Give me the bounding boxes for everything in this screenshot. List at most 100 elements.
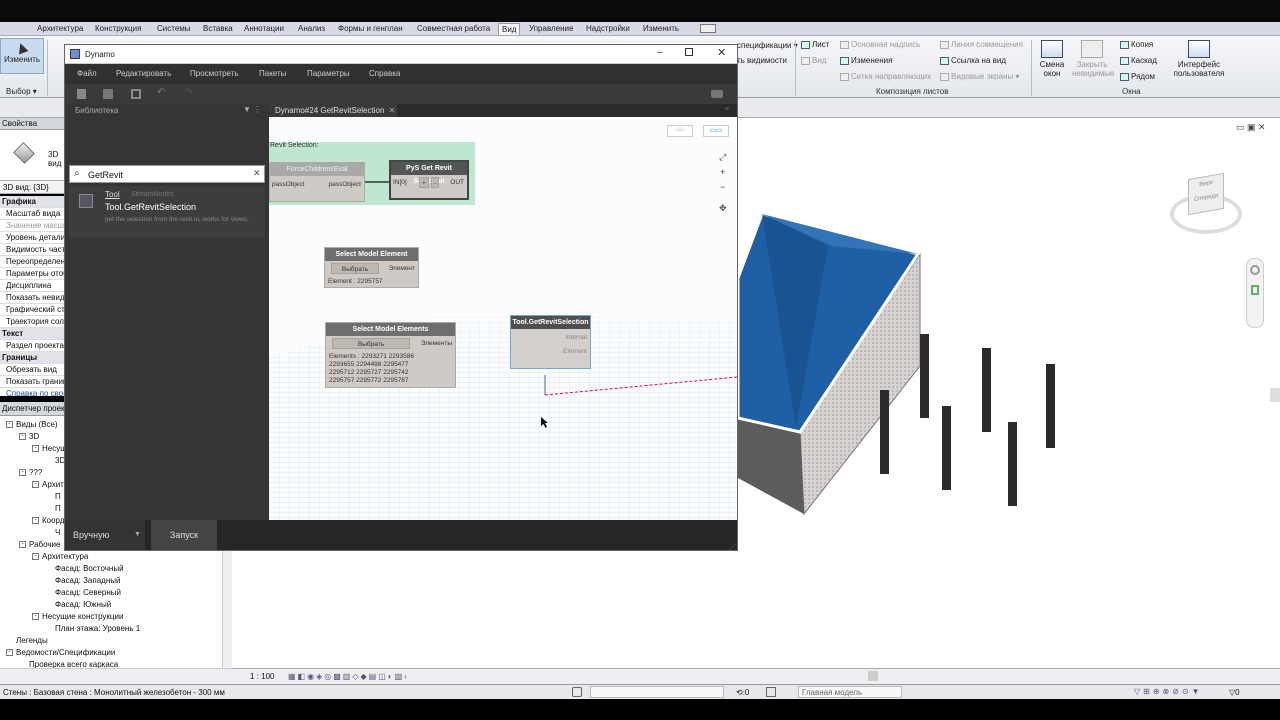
- menu-packages[interactable]: Пакеты: [259, 69, 286, 78]
- property-row[interactable]: Переопределения: [0, 256, 64, 268]
- browser-item[interactable]: 3D: [45, 456, 65, 465]
- expand-toggle-icon[interactable]: -: [6, 649, 13, 657]
- browser-item[interactable]: Фасад: Северный: [45, 588, 121, 597]
- node-select-model-element[interactable]: Select Model Element Выбрать Элемент Ele…: [324, 247, 419, 288]
- property-row[interactable]: Параметры отображения: [0, 268, 64, 280]
- steering-wheel-icon[interactable]: [1250, 265, 1260, 275]
- view-hscroll-thumb[interactable]: [868, 671, 878, 681]
- replicate-button[interactable]: Копия: [1120, 40, 1153, 49]
- worksets-icon[interactable]: [572, 687, 582, 697]
- matchline-button[interactable]: Линия совмещения: [940, 40, 1023, 49]
- node-select-model-elements[interactable]: Select Model Elements Выбрать Элементы E…: [325, 322, 456, 388]
- browser-item[interactable]: - Несущие конструкции: [32, 612, 123, 621]
- navigation-bar[interactable]: [1246, 258, 1264, 328]
- close-tab-icon[interactable]: ✕: [389, 106, 396, 115]
- browser-item[interactable]: П: [45, 492, 61, 501]
- run-button[interactable]: Запуск: [151, 520, 217, 550]
- open-file-icon[interactable]: [103, 89, 113, 99]
- zoom-in-icon[interactable]: +: [719, 165, 727, 180]
- search-result-item[interactable]: Tool StreamNodes Tool.GetRevitSelection …: [69, 186, 265, 238]
- library-filter-icon[interactable]: ▼ ⋮: [243, 105, 261, 114]
- properties-help-link[interactable]: Справка по свойствам: [0, 388, 64, 396]
- close-hidden-button[interactable]: Закрыть невидимые: [1072, 40, 1114, 78]
- pan-icon[interactable]: ✥: [719, 201, 727, 216]
- tab-annotate[interactable]: Аннотации: [241, 23, 287, 35]
- switch-windows-button[interactable]: Смена окон: [1036, 40, 1068, 78]
- library-search-input[interactable]: GetRevit: [88, 170, 123, 180]
- tab-systems[interactable]: Системы: [154, 23, 194, 35]
- output-port[interactable]: Элементы: [421, 340, 452, 347]
- screenshot-icon[interactable]: [711, 90, 723, 98]
- expand-toggle-icon[interactable]: -: [32, 481, 39, 489]
- select-button[interactable]: Выбрать: [332, 338, 410, 349]
- clear-search-icon[interactable]: ✕: [253, 168, 261, 179]
- new-file-icon[interactable]: [77, 89, 86, 99]
- browser-item[interactable]: Легенды: [6, 636, 48, 645]
- type-selector[interactable]: 3D вид: [0, 130, 64, 180]
- titleblock-button[interactable]: Основная надпись: [840, 40, 920, 49]
- library-search-box[interactable]: ⌕ GetRevit ✕: [69, 165, 265, 183]
- ribbon-toggle-icon[interactable]: [700, 24, 716, 33]
- visibility-button[interactable]: ть видимости: [737, 56, 787, 65]
- tab-modify[interactable]: Изменить: [640, 23, 682, 35]
- run-mode-dropdown[interactable]: Вручную ▼: [65, 520, 145, 550]
- browser-item[interactable]: Фасад: Западный: [45, 576, 120, 585]
- instance-selector[interactable]: 3D вид: {3D}: [0, 180, 64, 194]
- node-tool-get-revit-selection[interactable]: Tool.GetRevitSelection Internal Element: [510, 315, 591, 369]
- property-row[interactable]: Масштаб вида: [0, 208, 64, 220]
- tab-overflow-icon[interactable]: ≡: [725, 106, 729, 113]
- browser-item[interactable]: -Архитектура: [32, 552, 88, 561]
- design-options-icon[interactable]: [766, 687, 776, 697]
- select-button[interactable]: Выбрать: [331, 263, 379, 274]
- view-reference-button[interactable]: Ссылка на вид: [940, 56, 1006, 65]
- browser-item[interactable]: План этажа: Уровень 1: [45, 624, 140, 633]
- expand-toggle-icon[interactable]: -: [19, 469, 26, 477]
- tab-insert[interactable]: Вставка: [200, 23, 236, 35]
- zoom-fit-icon[interactable]: ⤢: [719, 150, 727, 165]
- property-row[interactable]: Показать невидимые: [0, 292, 64, 304]
- output-port[interactable]: Internal: [565, 334, 587, 341]
- viewports-button[interactable]: Видовые экраны ▾: [940, 72, 1020, 81]
- property-row[interactable]: Уровень детализации: [0, 232, 64, 244]
- tab-manage[interactable]: Управление: [526, 23, 576, 35]
- property-row[interactable]: Раздел проекта: [0, 340, 64, 352]
- property-group-header[interactable]: Текст: [0, 328, 64, 340]
- geometry-view-toggle-icon[interactable]: ▭▭: [703, 125, 729, 137]
- dynamo-titlebar[interactable]: Dynamo – ✕: [65, 45, 737, 64]
- minimize-button[interactable]: –: [657, 47, 663, 58]
- refresh-icon[interactable]: ⟲: [736, 688, 743, 697]
- property-row[interactable]: Показать границы: [0, 376, 64, 388]
- expand-toggle-icon[interactable]: -: [32, 553, 39, 561]
- menu-file[interactable]: Файл: [77, 69, 97, 78]
- property-row[interactable]: Дисциплина: [0, 280, 64, 292]
- revisions-button[interactable]: Изменения: [840, 56, 892, 65]
- output-port[interactable]: Элемент: [388, 265, 415, 272]
- property-group-header[interactable]: Графика: [0, 196, 64, 208]
- browser-hscrollbar[interactable]: [0, 668, 232, 684]
- zoom-out-icon[interactable]: −: [719, 180, 727, 195]
- resize-grip-icon[interactable]: ⋰: [729, 543, 736, 550]
- node-pys-get-revit-selection[interactable]: PyS Get Revit Selection IN[0] + - OUT: [389, 160, 469, 200]
- output-port[interactable]: OUT: [450, 179, 464, 186]
- browser-item[interactable]: -???: [19, 468, 42, 477]
- guide-grid-button[interactable]: Сетка направляющих: [840, 72, 931, 81]
- browser-item[interactable]: Фасад: Восточный: [45, 564, 124, 573]
- view-window-controls[interactable]: ▭ ▣ ✕: [1236, 122, 1266, 133]
- dynamo-canvas[interactable]: ⌂⌂ ▭▭ ⤢ + − ✥ Revit Selection: ForceChil…: [269, 117, 737, 520]
- modify-button[interactable]: Изменить: [0, 38, 44, 74]
- close-button[interactable]: ✕: [717, 46, 726, 59]
- zoom-icon[interactable]: [1251, 285, 1259, 295]
- workspace-tab[interactable]: Dynamo#24 GetRevitSelection ✕: [269, 104, 397, 117]
- remove-input-button[interactable]: -: [431, 177, 440, 188]
- schedules-button[interactable]: спецификации ▾: [737, 41, 798, 50]
- menu-settings[interactable]: Параметры: [307, 69, 350, 78]
- browser-item[interactable]: - Виды (Все): [6, 420, 58, 429]
- sheet-button[interactable]: Лист: [801, 40, 829, 49]
- tab-massing[interactable]: Формы и генплан: [335, 23, 406, 35]
- select-dropdown[interactable]: Выбор ▾: [6, 87, 37, 96]
- expand-toggle-icon[interactable]: -: [6, 421, 13, 429]
- place-view-button[interactable]: Вид: [801, 56, 826, 65]
- node-force-childrens-eval[interactable]: ForceChildrensEval passObject passObject: [269, 162, 365, 202]
- tab-collaborate[interactable]: Совместная работа: [414, 23, 493, 35]
- expand-toggle-icon[interactable]: -: [32, 517, 39, 525]
